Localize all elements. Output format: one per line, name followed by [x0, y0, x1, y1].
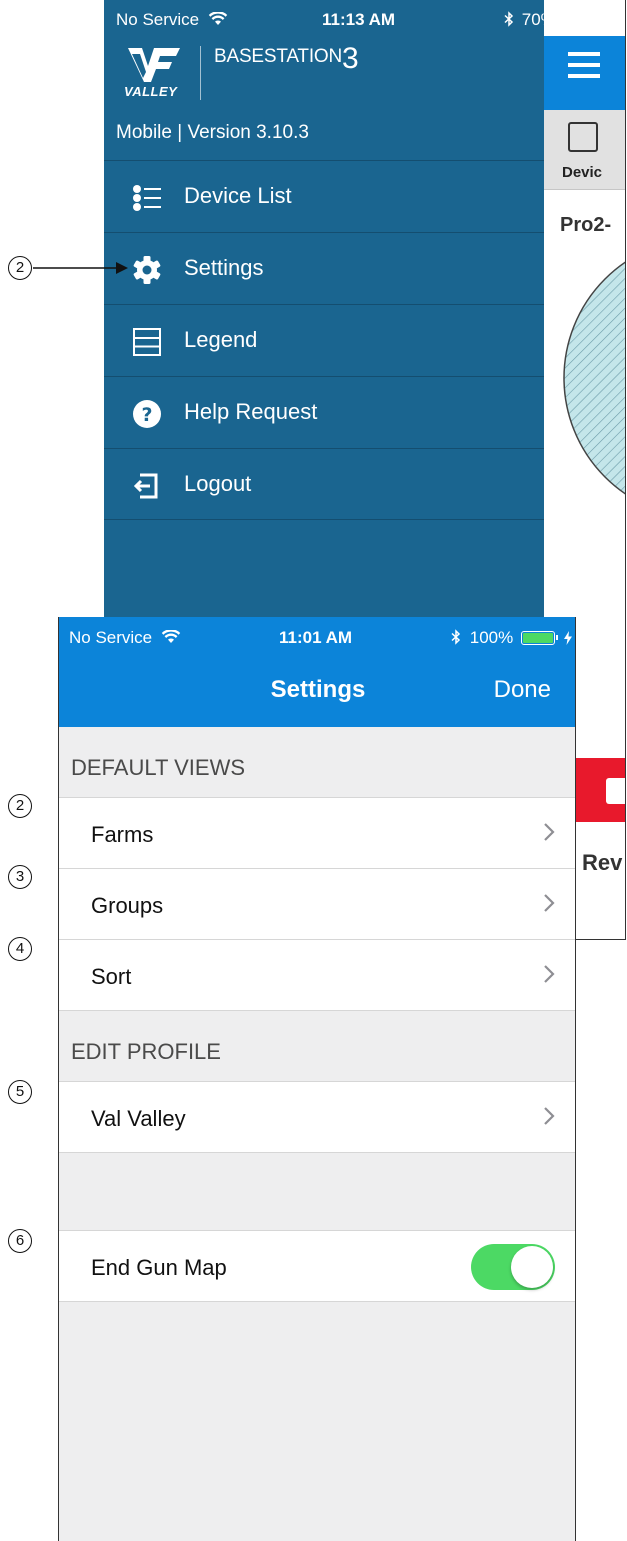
- bottom-label: Rev: [582, 850, 623, 875]
- menu-item-help-request[interactable]: ? Help Request: [104, 376, 544, 448]
- device-name: Pro2-: [560, 214, 612, 236]
- legend-icon: [133, 328, 161, 356]
- wifi-icon: [161, 629, 181, 643]
- toggle-knob: [511, 1246, 553, 1288]
- alert-banner-icon: [606, 778, 625, 804]
- row-label: Groups: [91, 893, 164, 918]
- charging-icon: [563, 631, 572, 645]
- app-version: Mobile | Version 3.10.3: [116, 122, 309, 143]
- menu-item-label: Legend: [184, 327, 258, 352]
- status-time: 11:01 AM: [279, 628, 353, 647]
- battery-percent: 100%: [469, 628, 514, 647]
- callout-arrow: [33, 262, 128, 274]
- bluetooth-icon: [451, 629, 461, 645]
- callout-groups: 3: [8, 865, 32, 889]
- status-time: 11:13 AM: [322, 10, 396, 29]
- callout-end-gun-map: 6: [8, 1229, 32, 1253]
- device-tab-icon[interactable]: [568, 122, 598, 152]
- end-gun-map-toggle[interactable]: [471, 1244, 555, 1290]
- settings-row-end-gun-map: End Gun Map: [59, 1230, 575, 1302]
- app-name-suffix: 3: [342, 42, 359, 75]
- settings-screenshot: No Service 11:01 AM 100% Settings Done D…: [58, 617, 576, 1541]
- chevron-right-icon: [544, 1107, 555, 1125]
- row-label: End Gun Map: [91, 1255, 227, 1280]
- callout-farms: 2: [8, 794, 32, 818]
- menu-item-device-list[interactable]: Device List: [104, 160, 544, 232]
- section-header-edit-profile: EDIT PROFILE: [71, 1039, 221, 1064]
- svg-text:?: ?: [141, 404, 152, 426]
- bluetooth-icon: [504, 11, 514, 27]
- menu-item-legend[interactable]: Legend: [104, 304, 544, 376]
- done-button[interactable]: Done: [494, 676, 551, 704]
- row-label: Farms: [91, 822, 154, 847]
- status-bar: No Service 11:13 AM 70%: [104, 0, 625, 36]
- logout-icon: [133, 473, 158, 499]
- menu-item-label: Logout: [184, 471, 252, 496]
- hamburger-menu-icon[interactable]: [568, 52, 600, 78]
- wifi-icon: [208, 11, 228, 25]
- menu-item-label: Help Request: [184, 399, 318, 424]
- row-label: Val Valley: [91, 1106, 186, 1131]
- logo-divider: [200, 46, 201, 100]
- pivot-field-map: [563, 260, 625, 518]
- menu-item-settings[interactable]: Settings: [104, 232, 544, 304]
- row-label: Sort: [91, 964, 132, 989]
- callout-profile: 5: [8, 1080, 32, 1104]
- app-logo: VALLEY BASESTATION3: [122, 44, 522, 104]
- battery-level-fill: [522, 633, 553, 643]
- chevron-right-icon: [544, 965, 555, 983]
- carrier-label: No Service: [69, 628, 153, 647]
- battery-icon: [562, 14, 592, 26]
- battery-icon: [520, 631, 558, 645]
- settings-row-farms[interactable]: Farms: [59, 797, 575, 869]
- app-name: BASESTATION3: [214, 42, 359, 75]
- battery-percent: 70%: [521, 10, 556, 29]
- section-header-default-views: DEFAULT VIEWS: [71, 755, 246, 780]
- settings-row-groups[interactable]: Groups: [59, 868, 575, 940]
- battery-level-fill: [564, 16, 580, 24]
- menu-item-label: Device List: [184, 183, 292, 208]
- menu-item-label: Settings: [184, 255, 264, 280]
- settings-row-profile[interactable]: Val Valley: [59, 1081, 575, 1153]
- callout-sort: 4: [8, 937, 32, 961]
- chevron-right-icon: [544, 823, 555, 841]
- help-icon: ?: [133, 400, 161, 428]
- chevron-right-icon: [544, 894, 555, 912]
- menu-item-logout[interactable]: Logout: [104, 448, 544, 520]
- settings-nav-bar: No Service 11:01 AM 100% Settings Done: [59, 617, 575, 727]
- settings-row-sort[interactable]: Sort: [59, 939, 575, 1011]
- device-tab-label: Devic: [562, 164, 603, 181]
